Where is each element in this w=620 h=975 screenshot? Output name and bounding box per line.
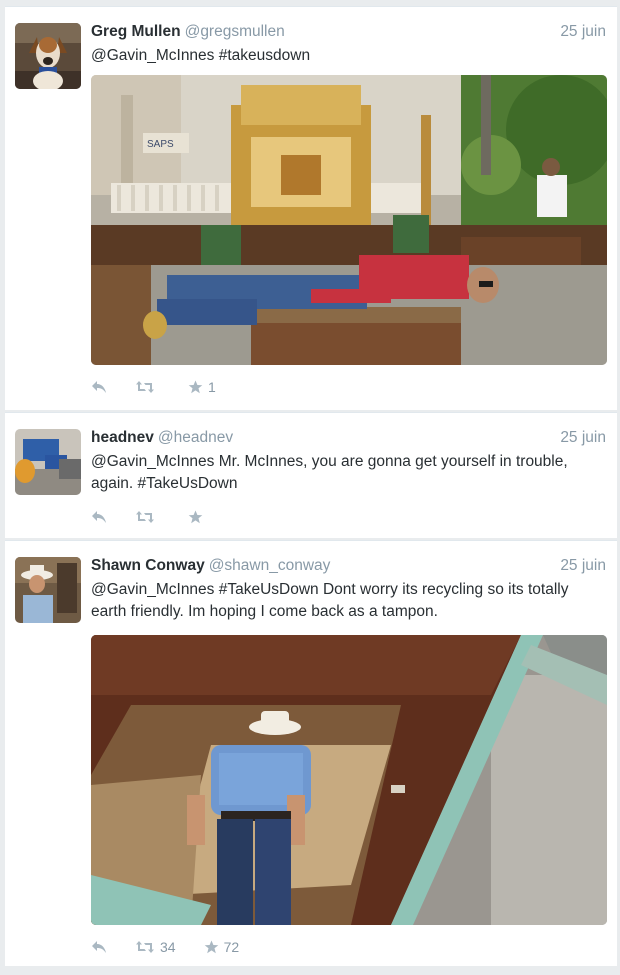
tweet-card[interactable]: headnev @headnev 25 juin @Gavin_McInnes M…	[5, 412, 617, 538]
tweet-text: @Gavin_McInnes #TakeUsDown Dont worry it…	[91, 581, 569, 620]
reply-icon	[92, 381, 106, 393]
shop-sign-text: SAPS	[147, 139, 174, 150]
reply-button[interactable]	[91, 940, 107, 954]
author-handle[interactable]: @gregsmullen	[185, 23, 285, 40]
tweet-photo[interactable]	[91, 635, 607, 925]
tweet-date[interactable]: 25 juin	[560, 557, 606, 575]
star-icon	[188, 510, 203, 524]
tweet-photo[interactable]: SAPS	[91, 75, 607, 365]
avatar-image-dog	[15, 23, 81, 89]
tweet-author[interactable]: Greg Mullen @gregsmullen	[91, 23, 285, 41]
reply-button[interactable]	[91, 510, 107, 524]
retweet-button[interactable]	[135, 510, 160, 524]
author-handle[interactable]: @headnev	[158, 429, 233, 446]
tweet-actions: 34 72	[91, 937, 267, 957]
author-name[interactable]: Shawn Conway	[91, 557, 205, 574]
avatar-image-cowboy	[15, 557, 81, 623]
photo-dumpster-planking	[91, 635, 607, 925]
tweet-actions: 1	[91, 377, 244, 397]
avatar-image-person-lying	[15, 429, 81, 495]
avatar[interactable]	[15, 23, 81, 89]
tweet-date[interactable]: 25 juin	[560, 429, 606, 447]
favorite-count: 1	[208, 379, 216, 395]
author-handle[interactable]: @shawn_conway	[209, 557, 331, 574]
tweet-text: @Gavin_McInnes Mr. McInnes, you are gonn…	[91, 453, 568, 492]
favorite-button[interactable]: 1	[188, 379, 216, 395]
star-icon	[188, 380, 203, 394]
retweet-icon	[136, 381, 154, 393]
favorite-count: 72	[223, 939, 240, 955]
retweet-icon	[136, 941, 154, 953]
reply-icon	[92, 511, 106, 523]
avatar[interactable]	[15, 557, 81, 623]
favorite-button[interactable]	[188, 510, 208, 524]
author-name[interactable]: headnev	[91, 429, 154, 446]
tweet-author[interactable]: headnev @headnev	[91, 429, 233, 447]
tweet-author[interactable]: Shawn Conway @shawn_conway	[91, 557, 330, 575]
tweet-date[interactable]: 25 juin	[560, 23, 606, 41]
photo-shrine-planking: SAPS	[91, 75, 607, 365]
retweet-button[interactable]: 34	[135, 939, 176, 955]
tweet-actions	[91, 507, 236, 527]
retweet-icon	[136, 511, 154, 523]
avatar[interactable]	[15, 429, 81, 495]
favorite-button[interactable]: 72	[204, 939, 240, 955]
reply-button[interactable]	[91, 380, 107, 394]
tweet-text: @Gavin_McInnes #takeusdown	[91, 47, 311, 64]
retweet-count: 34	[160, 939, 176, 955]
tweet-card[interactable]: Shawn Conway @shawn_conway 25 juin @Gavin…	[5, 540, 617, 966]
author-name[interactable]: Greg Mullen	[91, 23, 181, 40]
reply-icon	[92, 941, 106, 953]
star-icon	[204, 940, 218, 954]
retweet-button[interactable]	[135, 380, 160, 394]
tweet-card[interactable]: Greg Mullen @gregsmullen 25 juin @Gavin_M…	[5, 6, 617, 410]
